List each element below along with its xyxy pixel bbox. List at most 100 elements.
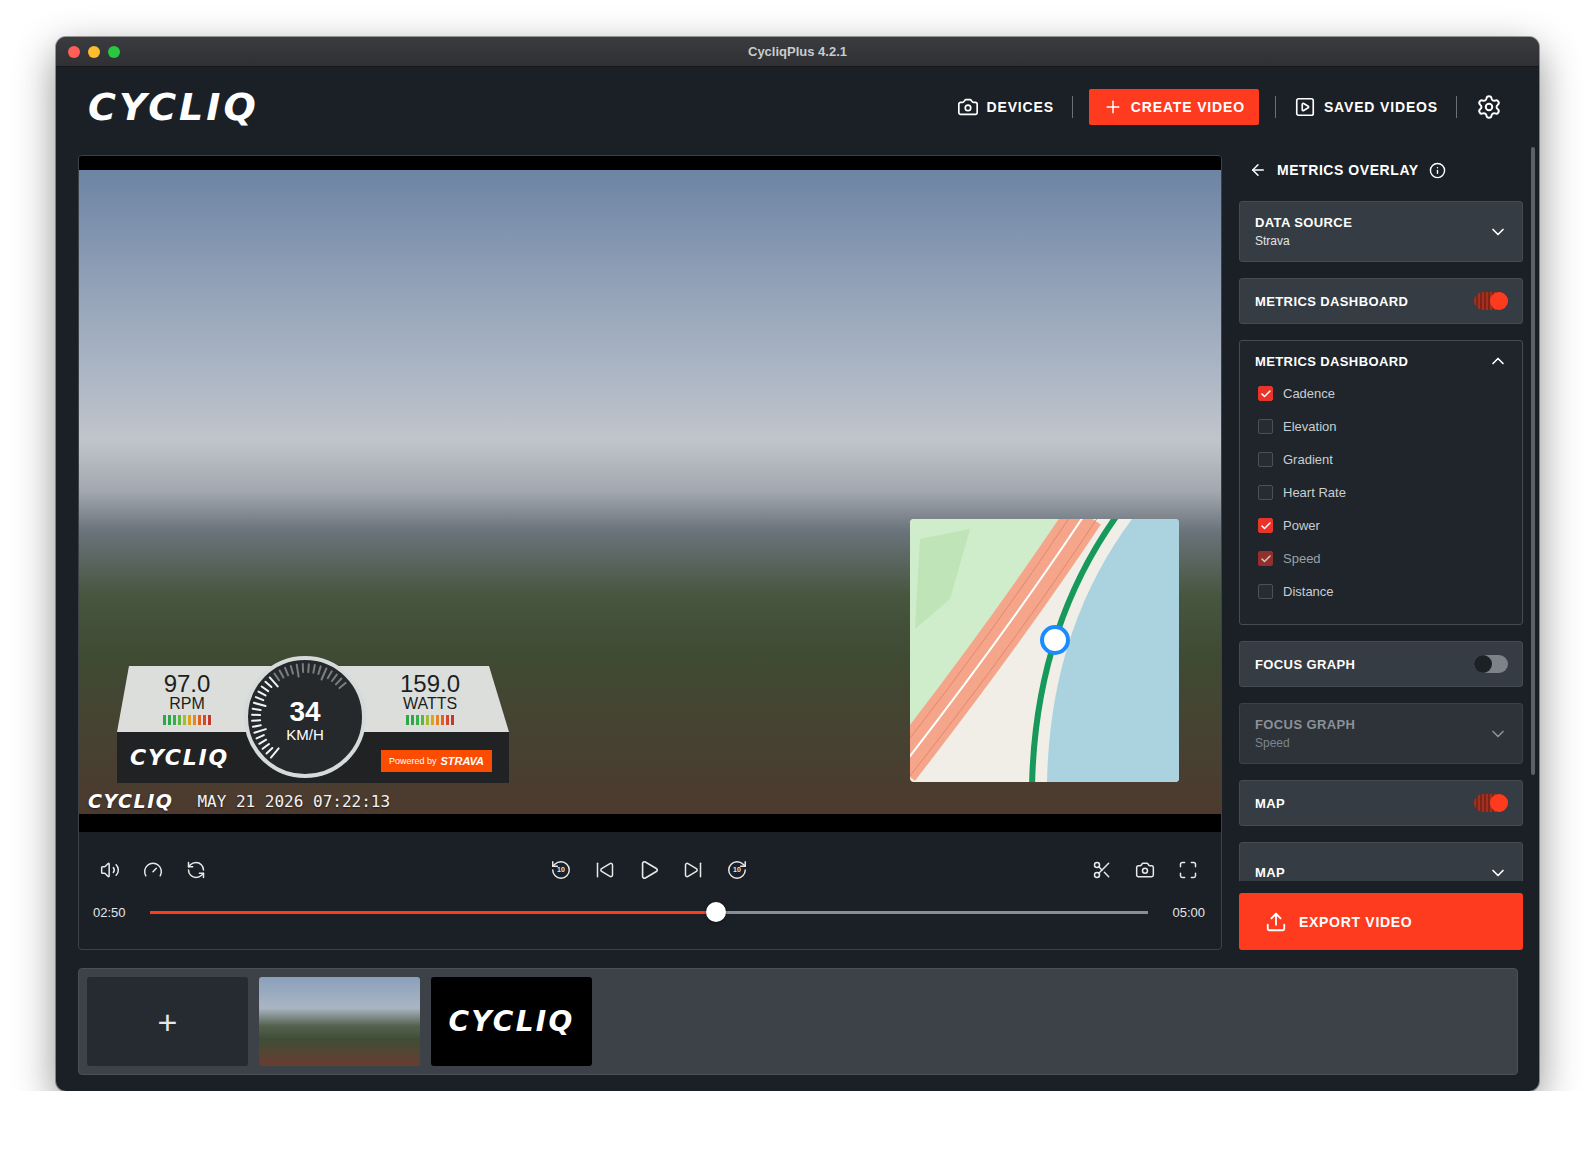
meter-segment	[198, 715, 201, 725]
nav-item[interactable]: SAVED VIDEOS	[1292, 89, 1440, 125]
overlay-panel: METRICS OVERLAY DATA SOURCEStrava METRICS …	[1239, 155, 1523, 950]
level-meter	[163, 715, 211, 725]
toggle-switch[interactable]	[1474, 794, 1508, 812]
seek-knob[interactable]	[706, 902, 726, 922]
meter-segment	[441, 715, 444, 725]
meter-segment	[193, 715, 196, 725]
close-button[interactable]	[68, 46, 80, 58]
checkbox[interactable]	[1258, 584, 1273, 599]
checkbox[interactable]	[1258, 485, 1273, 500]
select-card[interactable]: DATA SOURCEStrava	[1239, 201, 1523, 262]
camera-icon	[1135, 860, 1155, 880]
metric: 97.0RPM	[117, 666, 257, 732]
checkbox-label: Gradient	[1283, 452, 1333, 467]
toggle-knob	[1490, 292, 1508, 310]
speed-button[interactable]	[142, 859, 164, 881]
add-clip-button[interactable]: +	[87, 977, 248, 1066]
toggle-card: FOCUS GRAPH	[1239, 641, 1523, 687]
plus-icon	[1103, 97, 1123, 117]
video-frame[interactable]: 97.0RPM159.0WATTSCYCLIQPowered bySTRAVA3…	[79, 170, 1221, 814]
letterbox-top	[79, 156, 1221, 170]
checkbox-row[interactable]: Gradient	[1255, 443, 1508, 476]
toggle-card: MAP	[1239, 780, 1523, 826]
panel-header: METRICS OVERLAY	[1239, 155, 1523, 185]
settings-button[interactable]	[1473, 91, 1505, 123]
meter-segment	[173, 715, 176, 725]
checkbox[interactable]	[1258, 518, 1273, 533]
checkbox-row[interactable]: Heart Rate	[1255, 476, 1508, 509]
trim-button[interactable]	[1091, 859, 1113, 881]
chevron-up-icon	[1488, 351, 1508, 371]
export-button[interactable]: EXPORT VIDEO	[1239, 893, 1523, 950]
toggle-knob	[1490, 794, 1508, 812]
forward-button[interactable]: 10	[726, 859, 748, 881]
toggle-switch[interactable]	[1474, 655, 1508, 673]
gear-icon	[1476, 94, 1502, 120]
checkbox-row[interactable]: Cadence	[1255, 377, 1508, 410]
logo-clip[interactable]: CYCLIQ	[431, 977, 592, 1066]
back-button[interactable]	[1249, 161, 1267, 179]
video-clip[interactable]	[259, 977, 420, 1066]
fullscreen-button[interactable]	[1177, 859, 1199, 881]
rewind-button[interactable]: 10	[550, 859, 572, 881]
checkbox-label: Heart Rate	[1283, 485, 1346, 500]
minimize-button[interactable]	[88, 46, 100, 58]
meter-segment	[406, 715, 409, 725]
scissors-icon	[1092, 860, 1112, 880]
checkbox-row[interactable]: Elevation	[1255, 410, 1508, 443]
metric-unit: WATTS	[403, 695, 457, 712]
route-map[interactable]	[910, 519, 1179, 782]
checkbox-row[interactable]: Speed	[1255, 542, 1508, 575]
toggle-card: METRICS DASHBOARD	[1239, 278, 1523, 324]
chevron-down-icon	[1488, 863, 1508, 882]
chevron-down-icon	[1488, 724, 1508, 744]
select-card[interactable]: MAP	[1239, 842, 1523, 881]
checklist-header[interactable]: METRICS DASHBOARD	[1255, 351, 1508, 371]
scrollbar-thumb[interactable]	[1531, 147, 1535, 775]
badge-prefix: Powered by	[389, 756, 437, 766]
rotate-button[interactable]	[185, 859, 207, 881]
nav-separator	[1072, 96, 1073, 118]
previous-button[interactable]	[594, 859, 616, 881]
skip-back-icon	[595, 860, 615, 880]
checkbox-label: Distance	[1283, 584, 1334, 599]
play-square-icon	[1294, 96, 1316, 118]
clip-timeline: + CYCLIQ	[78, 968, 1518, 1075]
seek-slider[interactable]	[150, 911, 1149, 914]
zoom-button[interactable]	[108, 46, 120, 58]
nav-item[interactable]: DEVICES	[955, 89, 1056, 125]
nav-item[interactable]: CREATE VIDEO	[1089, 89, 1259, 125]
meter-segment	[416, 715, 419, 725]
strava-badge: Powered bySTRAVA	[381, 750, 492, 772]
play-button[interactable]	[638, 859, 660, 881]
checkbox[interactable]	[1258, 551, 1273, 566]
rotate-icon	[186, 860, 206, 880]
skip-seconds: 10	[726, 866, 748, 874]
card-title: METRICS DASHBOARD	[1255, 293, 1408, 310]
speed-unit: KM/H	[286, 726, 324, 743]
checkbox-row[interactable]: Distance	[1255, 575, 1508, 608]
top-nav: DEVICES CREATE VIDEO SAVED VIDEOS	[955, 89, 1505, 125]
clip-logo: CYCLIQ	[449, 1008, 575, 1036]
checkbox[interactable]	[1258, 386, 1273, 401]
cycliq-logo[interactable]: CYCLIQ	[88, 88, 259, 126]
toggle-knob	[1474, 655, 1492, 673]
title-bar: CycliqPlus 4.2.1	[56, 37, 1539, 67]
checkbox[interactable]	[1258, 452, 1273, 467]
metrics-dashboard-overlay: 97.0RPM159.0WATTSCYCLIQPowered bySTRAVA3…	[117, 661, 509, 783]
snapshot-button[interactable]	[1134, 859, 1156, 881]
checkbox-row[interactable]: Power	[1255, 509, 1508, 542]
next-button[interactable]	[682, 859, 704, 881]
window-title: CycliqPlus 4.2.1	[748, 44, 847, 59]
volume-button[interactable]	[99, 859, 121, 881]
toggle-switch[interactable]	[1474, 292, 1508, 310]
letterbox-bottom	[79, 814, 1221, 832]
app-header: CYCLIQ DEVICES CREATE VIDEO SAVED VIDEOS	[56, 67, 1539, 147]
metric: 159.0WATTS	[367, 666, 493, 732]
card-title: FOCUS GRAPH	[1255, 716, 1355, 733]
meter-segment	[183, 715, 186, 725]
info-icon[interactable]	[1429, 162, 1446, 179]
checkbox[interactable]	[1258, 419, 1273, 434]
meter-segment	[436, 715, 439, 725]
panel-title: METRICS OVERLAY	[1277, 162, 1419, 178]
